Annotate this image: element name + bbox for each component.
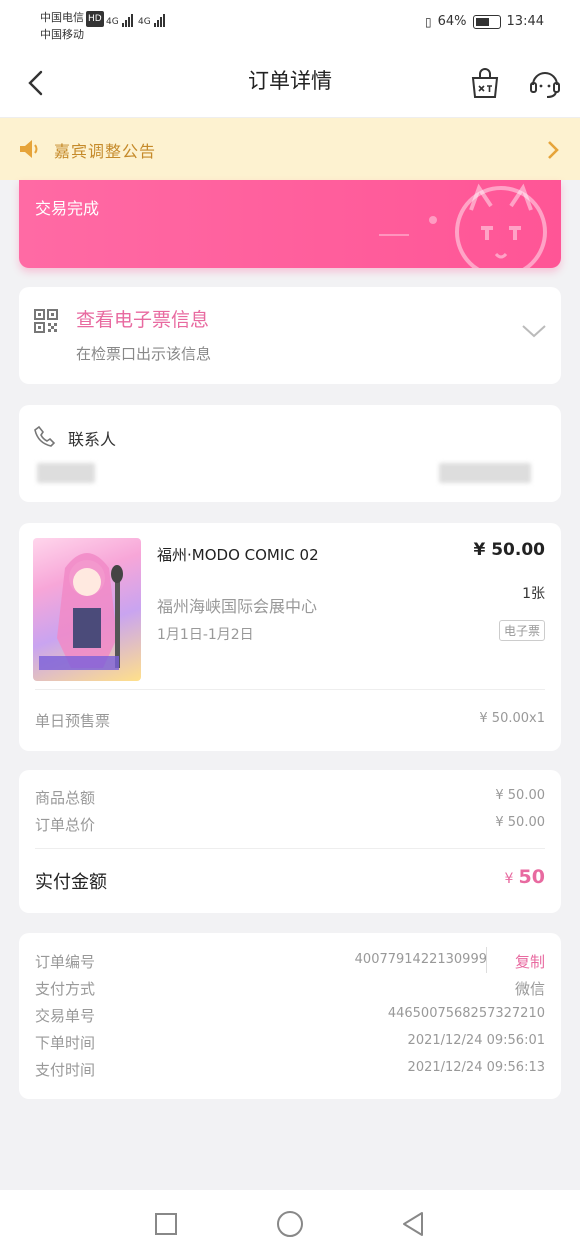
divider bbox=[486, 947, 487, 973]
carrier-1: 中国电信 bbox=[40, 11, 84, 24]
paid-amount-label: 实付金额 bbox=[35, 872, 107, 893]
anime-girl-illustration bbox=[39, 553, 123, 670]
divider bbox=[35, 848, 545, 849]
qrcode-icon bbox=[34, 309, 58, 333]
order-total-label: 订单总价 bbox=[35, 816, 96, 834]
goods-total-value: ¥ 50.00 bbox=[495, 788, 545, 803]
item-card[interactable]: 福州·MODO COMIC 02 ¥ 50.00 1张 福州海峡国际会展中心 1… bbox=[19, 523, 561, 751]
home-icon[interactable] bbox=[276, 1210, 304, 1238]
system-nav-bar bbox=[0, 1190, 580, 1257]
network-1-label: 4G bbox=[106, 17, 119, 27]
speaker-icon bbox=[20, 140, 38, 158]
ticket-kind: 单日预售票 bbox=[35, 712, 111, 730]
decor-line bbox=[379, 234, 409, 236]
order-status-banner: 交易完成 bbox=[19, 180, 561, 268]
pay-method-value: 微信 bbox=[514, 980, 545, 998]
order-status-text: 交易完成 bbox=[35, 199, 100, 218]
item-quantity: 1张 bbox=[522, 586, 545, 602]
order-total-value: ¥ 50.00 bbox=[495, 815, 545, 830]
battery-icon bbox=[472, 14, 501, 29]
paid-amount: ¥ 50 bbox=[505, 866, 545, 888]
nav-bar: 订单详情 bbox=[0, 50, 580, 118]
customer-service-icon bbox=[530, 72, 560, 98]
pay-time-label: 支付时间 bbox=[35, 1061, 96, 1079]
item-date: 1月1日-1月2日 bbox=[157, 627, 254, 643]
battery-percent: 64% bbox=[437, 14, 467, 29]
carrier-info: 中国电信 HD 中国移动 bbox=[40, 10, 104, 43]
item-venue: 福州海峡国际会展中心 bbox=[157, 597, 318, 616]
contact-name-redacted bbox=[37, 463, 95, 483]
network-2-label: 4G bbox=[138, 17, 151, 27]
trade-no-label: 交易单号 bbox=[35, 1007, 96, 1025]
contact-phone-redacted bbox=[439, 463, 531, 483]
pay-time-value: 2021/12/24 09:56:13 bbox=[407, 1060, 545, 1075]
unit-price: ¥ 50.00x1 bbox=[479, 711, 545, 726]
item-name: 福州·MODO COMIC 02 bbox=[157, 546, 319, 564]
customer-service-button[interactable] bbox=[528, 66, 562, 100]
eticket-tag: 电子票 bbox=[498, 620, 545, 641]
order-info-card: 订单编号 4007791422130999 复制 支付方式 微信 交易单号 44… bbox=[19, 933, 561, 1099]
clock: 13:44 bbox=[506, 14, 544, 29]
signal-bars-icon bbox=[153, 14, 166, 27]
paid-currency: ¥ bbox=[504, 871, 514, 887]
order-time-value: 2021/12/24 09:56:01 bbox=[407, 1033, 545, 1048]
status-bar: 中国电信 HD 中国移动 4G 4G ▯ 64% 13:44 bbox=[0, 0, 580, 50]
signal-bars-icon bbox=[121, 14, 134, 27]
back-triangle-icon[interactable] bbox=[400, 1211, 426, 1237]
paid-value: 50 bbox=[518, 866, 545, 888]
eticket-card[interactable]: 查看电子票信息 在检票口出示该信息 bbox=[19, 287, 561, 384]
pay-method-label: 支付方式 bbox=[35, 980, 96, 998]
mascot-icon bbox=[455, 183, 547, 268]
notice-bar[interactable]: 嘉宾调整公告 bbox=[0, 118, 580, 180]
carrier-2: 中国移动 bbox=[40, 28, 84, 41]
vibrate-icon: ▯ bbox=[425, 14, 432, 29]
trade-no-value: 4465007568257327210 bbox=[387, 1006, 545, 1021]
shopping-bag-icon bbox=[471, 68, 499, 98]
summary-card: 商品总额 ¥ 50.00 订单总价 ¥ 50.00 实付金额 ¥ 50 bbox=[19, 770, 561, 913]
hd-badge: HD bbox=[86, 11, 104, 27]
signal-2: 4G bbox=[138, 14, 166, 27]
goods-total-label: 商品总额 bbox=[35, 789, 96, 807]
contact-card: 联系人 bbox=[19, 405, 561, 502]
decor-dot bbox=[429, 216, 437, 224]
notice-text: 嘉宾调整公告 bbox=[54, 142, 157, 161]
order-time-label: 下单时间 bbox=[35, 1034, 96, 1052]
item-price: ¥ 50.00 bbox=[473, 540, 545, 560]
eticket-subtitle: 在检票口出示该信息 bbox=[76, 345, 212, 363]
cart-button[interactable] bbox=[468, 66, 502, 100]
eticket-title: 查看电子票信息 bbox=[76, 309, 210, 331]
order-no-value: 4007791422130999 bbox=[354, 952, 487, 967]
event-poster-image bbox=[33, 538, 141, 681]
phone-icon bbox=[34, 425, 56, 447]
chevron-right-icon bbox=[548, 141, 559, 159]
contact-label: 联系人 bbox=[68, 430, 117, 449]
recent-apps-icon[interactable] bbox=[154, 1212, 178, 1236]
copy-button[interactable]: 复制 bbox=[515, 951, 545, 972]
chevron-down-icon[interactable] bbox=[521, 323, 547, 339]
status-right: ▯ 64% 13:44 bbox=[425, 14, 544, 29]
signal-1: 4G bbox=[106, 14, 134, 27]
divider bbox=[35, 689, 545, 690]
order-no-label: 订单编号 bbox=[35, 953, 96, 971]
